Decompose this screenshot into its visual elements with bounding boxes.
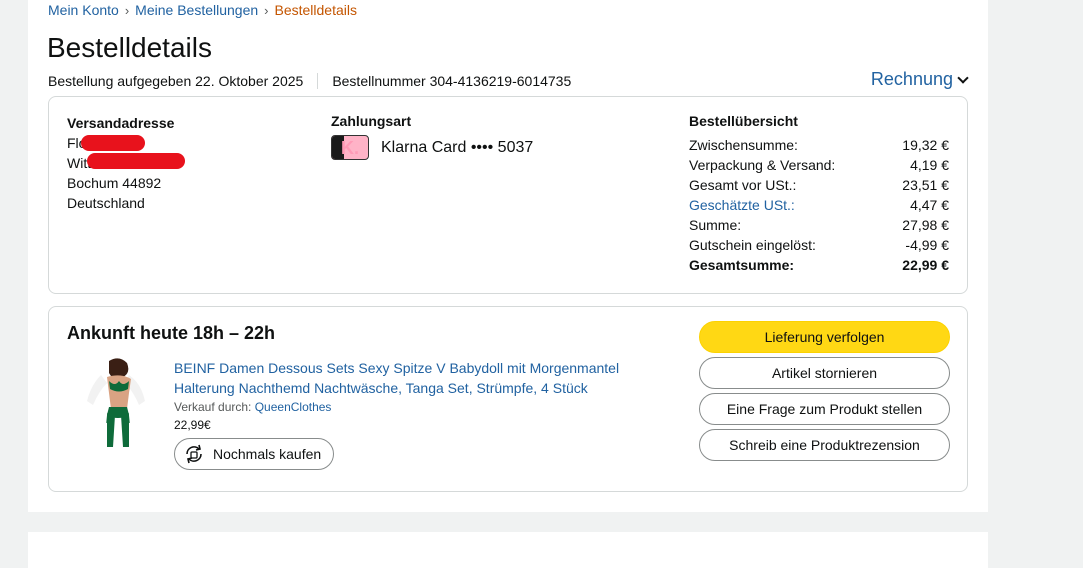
- summary-label: Summe:: [689, 217, 742, 233]
- page-title: Bestelldetails: [47, 32, 212, 63]
- track-package-button[interactable]: Lieferung verfolgen: [699, 321, 950, 353]
- chevron-down-icon: [957, 71, 969, 84]
- product-image-graphic: [87, 358, 145, 447]
- summary-value: 27,98 €: [902, 217, 949, 233]
- invoice-dropdown[interactable]: Rechnung: [870, 69, 969, 90]
- order-summary: Bestellübersicht Zwischensumme: 19,32 € …: [689, 113, 949, 275]
- summary-label: Verpackung & Versand:: [689, 157, 836, 173]
- klarna-card-icon: K.: [331, 135, 369, 160]
- buy-again-button[interactable]: Nochmals kaufen: [174, 438, 335, 470]
- breadcrumb-account-link[interactable]: Mein Konto: [48, 2, 119, 18]
- buy-again-icon: [186, 444, 202, 464]
- summary-label: Zwischensumme:: [689, 137, 798, 153]
- shipping-address: Versandadresse Flo Witt Bochum 44892 Deu…: [67, 113, 185, 213]
- write-review-button[interactable]: Schreib eine Produktrezension: [699, 429, 950, 461]
- shipping-heading: Versandadresse: [67, 115, 175, 131]
- order-info-card: Versandadresse Flo Witt Bochum 44892 Deu…: [48, 96, 968, 294]
- summary-row-tax: Geschätzte USt.: 4,47 €: [689, 195, 949, 215]
- order-number: Bestellnummer 304-4136219-6014735: [332, 73, 572, 89]
- product-info: BEINF Damen Dessous Sets Sexy Spitze V B…: [174, 358, 644, 470]
- summary-row-coupon: Gutschein eingelöst: -4,99 €: [689, 235, 949, 255]
- breadcrumb-separator-icon: ›: [264, 2, 269, 18]
- invoice-label: Rechnung: [870, 69, 953, 89]
- breadcrumb-separator-icon: ›: [124, 2, 130, 18]
- summary-label: Gesamtsumme:: [689, 257, 795, 273]
- summary-value: 4,19 €: [910, 157, 949, 173]
- summary-row-sum: Summe: 27,98 €: [689, 215, 949, 235]
- delivery-status-title: Ankunft heute 18h – 22h: [67, 323, 276, 343]
- summary-row-shipping: Verpackung & Versand: 4,19 €: [689, 155, 949, 175]
- summary-value: -4,99 €: [905, 237, 949, 253]
- ask-product-question-button[interactable]: Eine Frage zum Produkt stellen: [699, 393, 950, 425]
- estimated-tax-link[interactable]: Geschätzte USt.:: [689, 195, 795, 215]
- product-title-link[interactable]: BEINF Damen Dessous Sets Sexy Spitze V B…: [174, 358, 644, 398]
- summary-value: 22,99 €: [902, 257, 949, 273]
- seller-prefix: Verkauf durch:: [174, 400, 255, 414]
- summary-value: 19,32 €: [902, 137, 949, 153]
- address-line-4: Deutschland: [67, 195, 145, 211]
- redaction-mark: [81, 135, 145, 151]
- product-image[interactable]: [79, 355, 157, 449]
- breadcrumb-orders-link[interactable]: Meine Bestellungen: [135, 2, 258, 18]
- summary-value: 23,51 €: [902, 177, 949, 193]
- cancel-items-button[interactable]: Artikel stornieren: [699, 357, 950, 389]
- summary-value: 4,47 €: [910, 197, 949, 213]
- breadcrumb-current: Bestelldetails: [274, 2, 358, 18]
- address-line-3: Bochum 44892: [67, 175, 162, 191]
- payment-method: Zahlungsart K. Klarna Card •••• 5037: [331, 113, 533, 160]
- secondary-panel: [28, 532, 988, 568]
- payment-row: K. Klarna Card •••• 5037: [331, 135, 533, 160]
- shipment-card: Ankunft heute 18h – 22h BEINF Damen Dess…: [48, 306, 968, 492]
- summary-row-subtotal: Zwischensumme: 19,32 €: [689, 135, 949, 155]
- redaction-mark: [87, 153, 185, 169]
- summary-row-total: Gesamtsumme: 22,99 €: [689, 255, 949, 275]
- payment-heading: Zahlungsart: [331, 113, 412, 129]
- seller-link[interactable]: QueenClothes: [255, 400, 332, 414]
- product-price: 22,99€: [174, 418, 211, 432]
- summary-label: Gesamt vor USt.:: [689, 177, 797, 193]
- order-placed-date: Bestellung aufgegeben 22. Oktober 2025: [48, 73, 304, 89]
- shipment-actions: Lieferung verfolgen Artikel stornieren E…: [699, 321, 950, 465]
- summary-heading: Bestellübersicht: [689, 113, 798, 129]
- meta-divider: [317, 73, 319, 89]
- payment-method-text: Klarna Card •••• 5037: [381, 138, 534, 156]
- breadcrumb: Mein Konto › Meine Bestellungen › Bestel…: [48, 2, 357, 18]
- buy-again-label: Nochmals kaufen: [213, 446, 322, 462]
- order-meta: Bestellung aufgegeben 22. Oktober 2025 B…: [48, 73, 571, 89]
- summary-row-pretax: Gesamt vor USt.: 23,51 €: [689, 175, 949, 195]
- summary-label: Gutschein eingelöst:: [689, 237, 816, 253]
- seller-info: Verkauf durch: QueenClothes: [174, 400, 644, 414]
